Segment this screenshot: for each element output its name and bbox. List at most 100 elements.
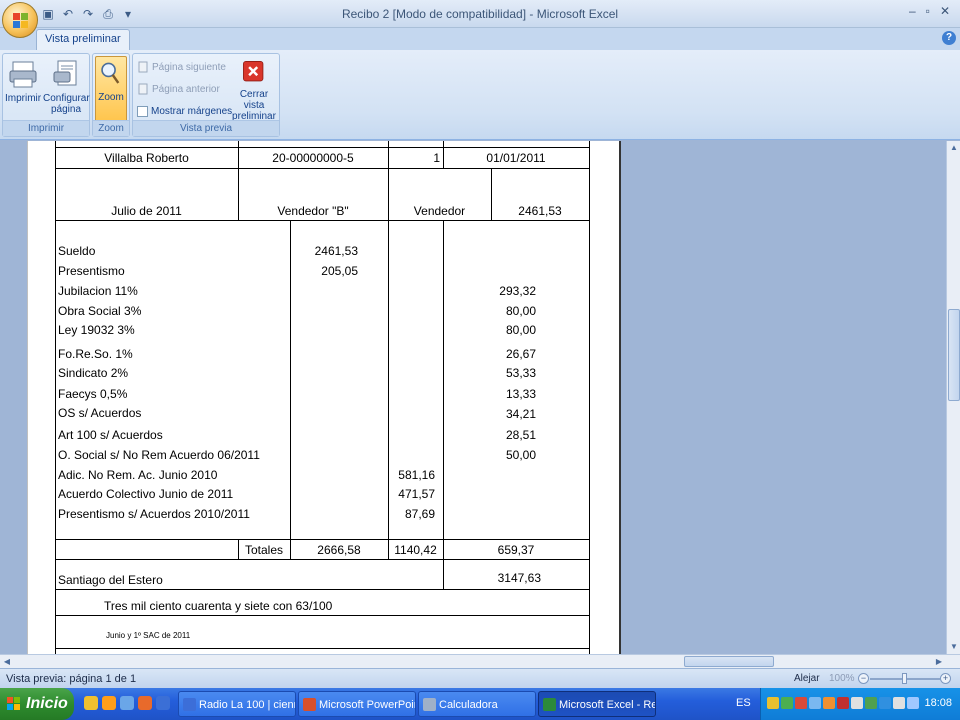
task-calculadora[interactable]: Calculadora bbox=[418, 691, 536, 717]
item-concept: Fo.Re.So. 1% bbox=[58, 347, 133, 361]
title-bar: ▣ ↶ ↷ ⎙ ▾ Recibo 2 [Modo de compatibilid… bbox=[0, 0, 960, 28]
task-label: Microsoft Excel - Reci... bbox=[559, 699, 655, 711]
group-label-imprimir: Imprimir bbox=[3, 120, 89, 136]
restore-icon[interactable]: ▫ bbox=[926, 4, 930, 18]
tray-icon[interactable] bbox=[907, 697, 919, 709]
avast-icon[interactable] bbox=[84, 696, 98, 710]
item-concept: Obra Social 3% bbox=[58, 304, 142, 318]
page-setup-button[interactable]: Configurar página bbox=[43, 56, 90, 120]
browser-icon[interactable] bbox=[156, 696, 170, 710]
zoom-out-label[interactable]: Alejar bbox=[794, 673, 820, 684]
show-margins-label: Mostrar márgenes bbox=[151, 105, 233, 117]
scroll-down-icon[interactable]: ▼ bbox=[947, 640, 960, 654]
print-preview-area[interactable]: Villalba Roberto 20-00000000-5 1 01/01/2… bbox=[0, 141, 946, 654]
tray-icon[interactable] bbox=[781, 697, 793, 709]
close-preview-label: Cerrar vista preliminar bbox=[232, 89, 276, 122]
item-remun: 205,05 bbox=[321, 264, 358, 278]
tray-icon[interactable] bbox=[837, 697, 849, 709]
rule bbox=[55, 615, 590, 616]
scroll-right-icon[interactable]: ▶ bbox=[932, 655, 946, 669]
item-concept: Jubilacion 11% bbox=[58, 284, 138, 298]
window-title: Recibo 2 [Modo de compatibilidad] - Micr… bbox=[341, 7, 619, 21]
excel-icon bbox=[543, 698, 556, 711]
period: Julio de 2011 bbox=[111, 204, 182, 218]
item-no-remun: 471,57 bbox=[398, 487, 435, 501]
item-deduction: 13,33 bbox=[505, 387, 536, 401]
magnifier-icon bbox=[101, 62, 120, 84]
zoom-slider[interactable]: − + bbox=[858, 672, 952, 686]
clock[interactable]: 18:08 bbox=[924, 697, 952, 709]
start-button[interactable]: Inicio bbox=[0, 688, 74, 720]
ie-icon[interactable] bbox=[120, 696, 134, 710]
task-excel[interactable]: Microsoft Excel - Reci... bbox=[538, 691, 656, 717]
employee-name: Villalba Roberto bbox=[104, 151, 189, 165]
next-page-button[interactable]: Página siguiente bbox=[137, 58, 226, 76]
quick-launch bbox=[84, 696, 170, 710]
item-deduction: 80,00 bbox=[505, 323, 536, 337]
item-deduction: 293,32 bbox=[499, 284, 536, 298]
help-icon[interactable]: ? bbox=[942, 31, 956, 45]
prev-page-button[interactable]: Página anterior bbox=[137, 80, 220, 98]
item-concept: O. Social s/ No Rem Acuerdo 06/2011 bbox=[58, 448, 260, 462]
print-button[interactable]: Imprimir bbox=[5, 56, 41, 120]
checkbox-box[interactable] bbox=[137, 105, 148, 117]
employee-cuil: 20-00000000-5 bbox=[272, 151, 354, 165]
preview-page: Villalba Roberto 20-00000000-5 1 01/01/2… bbox=[27, 141, 621, 654]
show-margins-checkbox[interactable]: Mostrar márgenes bbox=[137, 102, 232, 120]
zoom-plus-icon[interactable]: + bbox=[940, 673, 951, 684]
tab-vista-preliminar[interactable]: Vista preliminar bbox=[36, 29, 130, 50]
close-preview-button[interactable]: Cerrar vista preliminar bbox=[229, 56, 279, 122]
zoom-knob[interactable] bbox=[902, 673, 907, 684]
tray-icon[interactable] bbox=[823, 697, 835, 709]
group-vista-previa: Página siguiente Página anterior Mostrar… bbox=[132, 53, 280, 137]
tray-icon[interactable] bbox=[809, 697, 821, 709]
scroll-up-icon[interactable]: ▲ bbox=[947, 141, 960, 155]
firefox-icon[interactable] bbox=[102, 696, 116, 710]
vertical-scroll-thumb[interactable] bbox=[948, 309, 960, 401]
language-indicator[interactable]: ES bbox=[736, 697, 751, 709]
zoom-minus-icon[interactable]: − bbox=[858, 673, 869, 684]
tray-icon[interactable] bbox=[795, 697, 807, 709]
vertical-scrollbar[interactable]: ▲ ▼ bbox=[946, 141, 960, 654]
receipt-date: 01/01/2011 bbox=[486, 151, 546, 165]
zoom-button[interactable]: Zoom bbox=[95, 56, 127, 122]
category: Vendedor "B" bbox=[277, 204, 349, 218]
task-radio[interactable]: Radio La 100 | cienra... bbox=[178, 691, 296, 717]
item-deduction: 80,00 bbox=[505, 304, 536, 318]
horizontal-scroll-thumb[interactable] bbox=[684, 656, 774, 667]
item-deduction: 50,00 bbox=[505, 448, 536, 462]
zoom-label: Zoom bbox=[98, 92, 124, 103]
horizontal-scrollbar[interactable]: ◀ ▶ bbox=[0, 654, 960, 668]
zoom-percent[interactable]: 100% bbox=[829, 673, 855, 684]
minimize-icon[interactable]: – bbox=[909, 4, 916, 18]
item-concept: Presentismo s/ Acuerdos 2010/2011 bbox=[58, 507, 250, 521]
item-deduction: 26,67 bbox=[505, 347, 536, 361]
net-pay: 3147,63 bbox=[497, 571, 541, 585]
tray-icon[interactable] bbox=[879, 697, 891, 709]
tray-icon[interactable] bbox=[865, 697, 877, 709]
status-bar: Vista previa: página 1 de 1 Alejar 100% … bbox=[0, 668, 960, 688]
tray-icon[interactable] bbox=[893, 697, 905, 709]
item-concept: OS s/ Acuerdos bbox=[58, 406, 142, 420]
volume-icon[interactable] bbox=[851, 697, 863, 709]
basic-salary: 2461,53 bbox=[518, 204, 562, 218]
system-tray: 18:08 bbox=[760, 688, 960, 720]
close-icon[interactable]: ✕ bbox=[940, 4, 950, 18]
task-powerpoint[interactable]: Microsoft PowerPoint ... bbox=[298, 691, 416, 717]
tray-icon[interactable] bbox=[767, 697, 779, 709]
office-logo-icon bbox=[13, 13, 28, 28]
item-no-remun: 581,16 bbox=[398, 468, 435, 482]
rule bbox=[55, 168, 590, 169]
next-page-label: Página siguiente bbox=[152, 61, 226, 73]
scroll-left-icon[interactable]: ◀ bbox=[0, 655, 14, 669]
rule bbox=[589, 141, 590, 654]
ribbon-tab-strip: Vista preliminar ? bbox=[0, 28, 960, 50]
office-button[interactable] bbox=[2, 2, 38, 38]
group-label-zoom: Zoom bbox=[93, 120, 129, 136]
amount-in-words: Tres mil ciento cuarenta y siete con 63/… bbox=[104, 599, 333, 613]
taskbar: Inicio Radio La 100 | cienra... Microsof… bbox=[0, 688, 960, 720]
media-icon[interactable] bbox=[138, 696, 152, 710]
status-text: Vista previa: página 1 de 1 bbox=[6, 673, 137, 685]
rule bbox=[55, 559, 590, 560]
task-label: Radio La 100 | cienra... bbox=[199, 699, 295, 711]
